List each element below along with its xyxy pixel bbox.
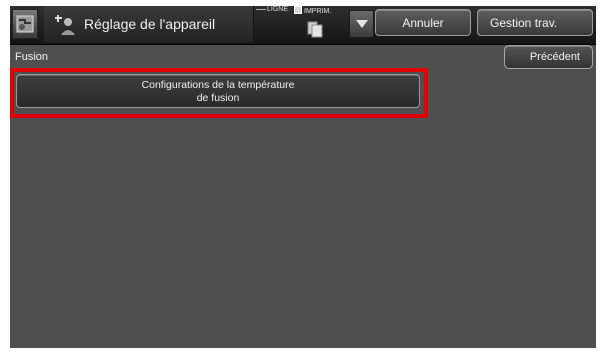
top-bar: Réglage de l'appareil LIGNE IMPRIM. Annu…: [10, 6, 596, 45]
imprim-status-dot: [294, 6, 302, 14]
settings-app-icon[interactable]: [12, 9, 38, 39]
mode-imprim-indicator: IMPRIM.: [294, 6, 331, 15]
job-status-button[interactable]: Gestion trav.: [477, 9, 593, 36]
fusion-temperature-settings-button[interactable]: Configurations de la température de fusi…: [16, 74, 420, 108]
cancel-button[interactable]: Annuler: [375, 9, 471, 36]
menu-item-label-line1: Configurations de la température: [141, 79, 295, 91]
menu-item-label-line2: de fusion: [196, 92, 240, 104]
back-button[interactable]: Précédent: [504, 45, 593, 69]
mode-imprim-label: IMPRIM.: [304, 8, 332, 15]
title-area: Réglage de l'appareil: [44, 6, 254, 43]
device-screen: Réglage de l'appareil LIGNE IMPRIM. Annu…: [10, 6, 596, 348]
device-settings-icon: [55, 15, 75, 35]
page-title: Réglage de l'appareil: [84, 16, 216, 32]
printer-icon: [307, 21, 323, 38]
mode-dropdown-button[interactable]: [349, 10, 374, 38]
chevron-down-icon: [355, 20, 368, 28]
mode-ligne-indicator: LIGNE: [256, 6, 288, 13]
section-title: Fusion: [15, 51, 49, 63]
